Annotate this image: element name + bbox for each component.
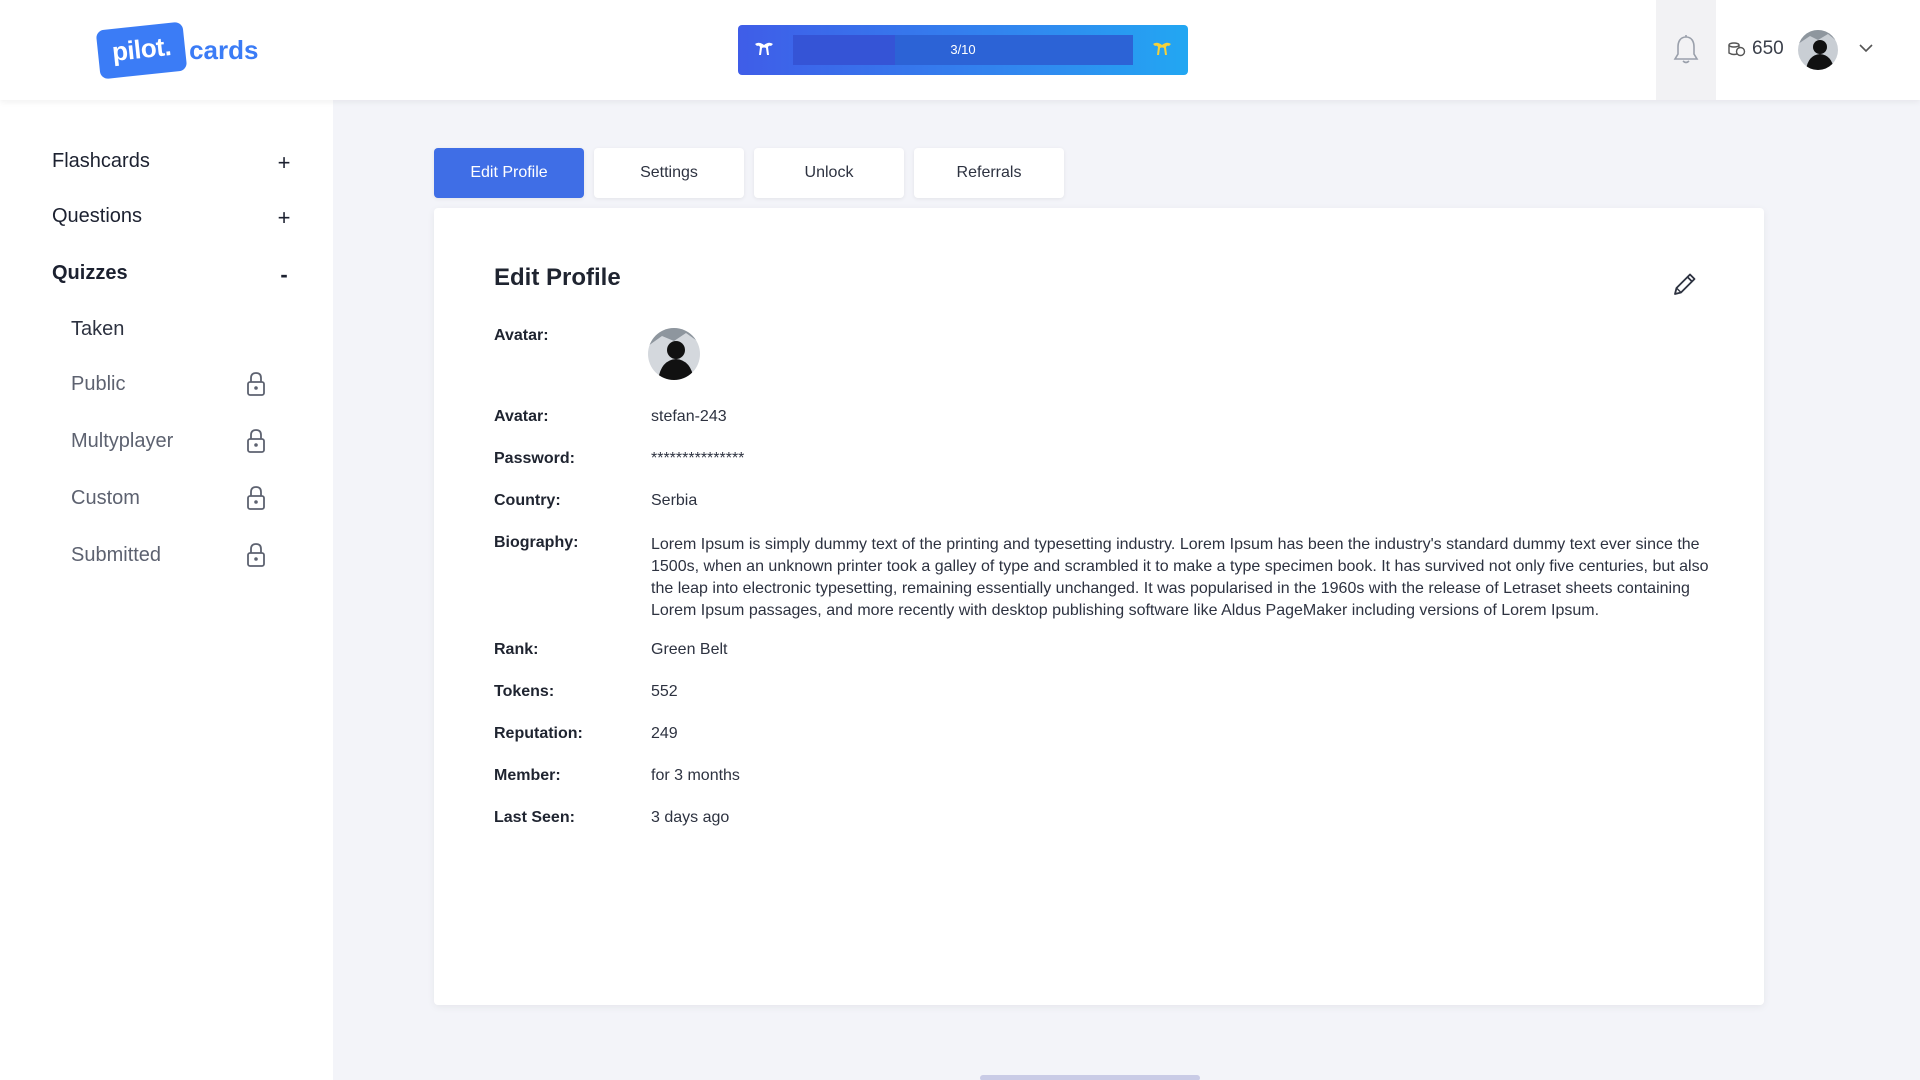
coin-stack-icon [1728,42,1746,57]
sidebar-item-flashcards[interactable]: Flashcards + [52,150,292,176]
sidebar: Flashcards + Questions + Quizzes - Taken… [0,100,333,1080]
field-label: Member: [494,767,561,784]
ram-horns-icon [1153,42,1171,55]
lock-icon [247,543,265,567]
top-header: pilot. cards 3/10 650 [0,0,1920,100]
sidebar-item-questions[interactable]: Questions + [52,205,292,231]
profile-card: Edit Profile Avatar: Avatar: stefan-243 … [434,208,1764,1005]
avatar-image [1798,30,1838,70]
field-label: Tokens: [494,683,555,700]
collapse-icon: - [280,262,288,287]
pencil-icon[interactable] [1671,270,1699,298]
password-value: *************** [651,450,745,467]
tab-unlock[interactable]: Unlock [754,148,904,198]
logo-text: cards [189,34,259,65]
country-value: Serbia [651,492,698,509]
bell-icon [1673,35,1699,64]
sidebar-item-label: Questions [52,205,143,227]
user-avatar[interactable] [1798,30,1838,70]
coin-balance: 650 [1728,38,1784,60]
logo[interactable]: pilot. cards [95,21,259,79]
last-seen-value: 3 days ago [651,809,730,826]
page-title: Edit Profile [494,264,621,291]
tokens-value: 552 [651,683,678,700]
field-label: Reputation: [494,725,583,742]
progress-track: 3/10 [793,35,1133,65]
notifications-button[interactable] [1656,0,1716,100]
ram-horns-icon [755,42,773,55]
tab-settings[interactable]: Settings [594,148,744,198]
expand-icon: + [277,205,291,230]
level-progress-bar: 3/10 [738,25,1188,75]
lock-icon [247,372,265,396]
biography-value: Lorem Ipsum is simply dummy text of the … [651,536,1709,619]
field-label: Rank: [494,641,539,658]
member-value: for 3 months [651,767,740,784]
expand-icon: + [277,150,291,175]
field-label: Last Seen: [494,809,575,826]
field-label: Biography: [494,534,579,551]
sidebar-item-taken[interactable]: Taken [71,318,266,341]
field-label: Password: [494,450,575,467]
field-label: Avatar: [494,408,549,425]
coin-count: 650 [1752,38,1784,59]
rank-value: Green Belt [651,641,728,658]
avatar-label: Avatar: [494,327,549,344]
username-value: stefan-243 [651,408,727,425]
sidebar-item-public[interactable]: Public [71,371,266,397]
sidebar-item-label: Submitted [71,543,162,566]
reputation-value: 249 [651,725,678,742]
sidebar-item-label: Multyplayer [71,429,174,452]
lock-icon [247,486,265,510]
avatar-image [648,328,700,380]
tab-referrals[interactable]: Referrals [914,148,1064,198]
sidebar-item-submitted[interactable]: Submitted [71,542,266,568]
progress-label: 3/10 [950,42,976,57]
sidebar-item-multyplayer[interactable]: Multyplayer [71,428,266,454]
sidebar-item-quizzes[interactable]: Quizzes - [52,262,292,288]
sidebar-item-label: Quizzes [52,262,128,284]
field-label: Country: [494,492,561,509]
bottom-handle [980,1075,1200,1080]
sidebar-item-label: Custom [71,486,140,509]
tab-edit-profile[interactable]: Edit Profile [434,148,584,198]
logo-badge: pilot. [95,21,188,79]
sidebar-item-label: Flashcards [52,150,150,172]
chevron-down-icon[interactable] [1858,42,1874,54]
sidebar-item-label: Public [71,372,126,395]
sidebar-item-custom[interactable]: Custom [71,485,266,511]
avatar [648,328,700,380]
lock-icon [247,429,265,453]
sidebar-item-label: Taken [71,318,125,340]
